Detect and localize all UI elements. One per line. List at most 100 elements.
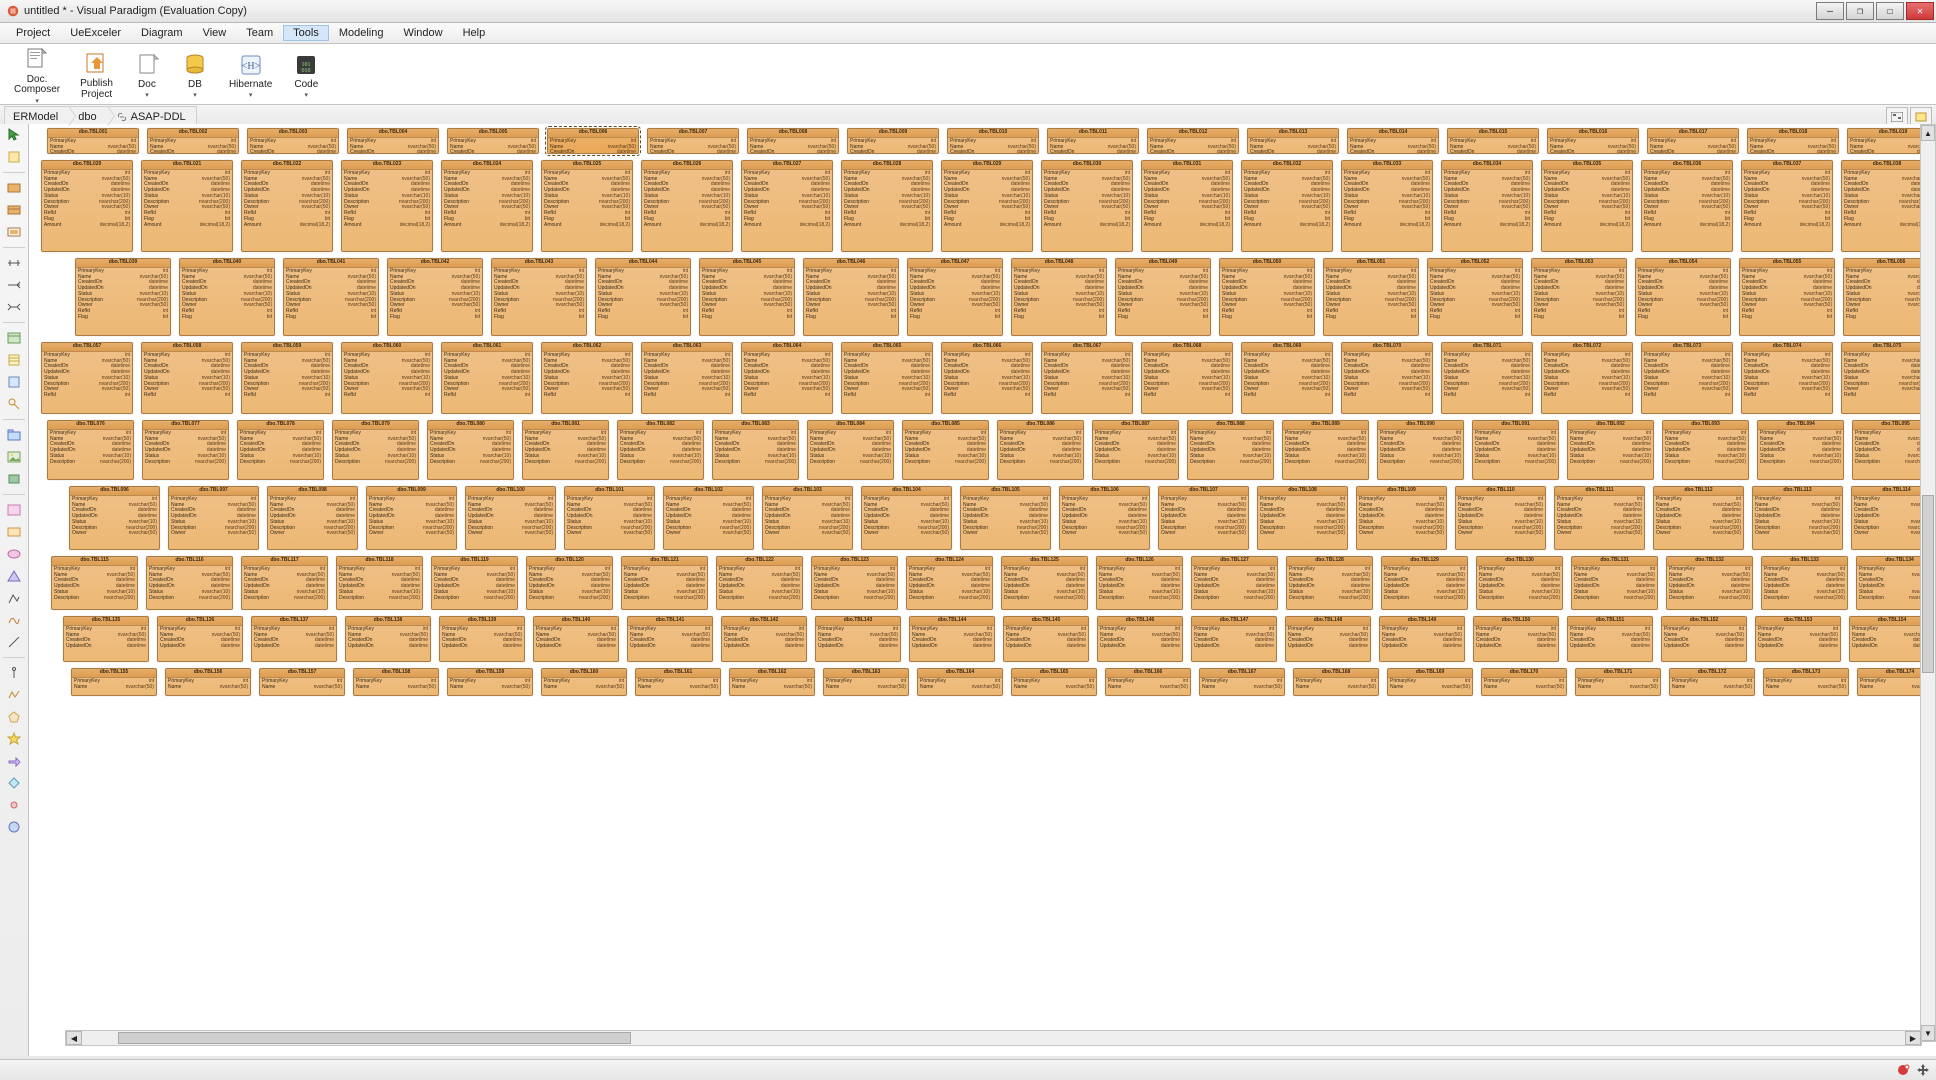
er-entity[interactable]: dbo.TBL012PrimaryKeyintNamenvarchar(50)C…: [1147, 128, 1239, 154]
er-entity[interactable]: dbo.TBL044PrimaryKeyintNamenvarchar(50)C…: [595, 258, 691, 336]
er-entity[interactable]: dbo.TBL027PrimaryKeyintNamenvarchar(50)C…: [741, 160, 833, 252]
er-entity[interactable]: dbo.TBL008PrimaryKeyintNamenvarchar(50)C…: [747, 128, 839, 154]
column-tool[interactable]: [5, 351, 23, 369]
er-entity[interactable]: dbo.TBL147PrimaryKeyintNamenvarchar(50)C…: [1191, 616, 1277, 662]
image-tool[interactable]: [5, 448, 23, 466]
er-entity[interactable]: dbo.TBL009PrimaryKeyintNamenvarchar(50)C…: [847, 128, 939, 154]
ribbon-code[interactable]: 101010Code▾: [288, 49, 324, 102]
er-entity[interactable]: dbo.TBL150PrimaryKeyintNamenvarchar(50)C…: [1473, 616, 1559, 662]
er-entity[interactable]: dbo.TBL057PrimaryKeyintNamenvarchar(50)C…: [41, 342, 133, 414]
er-entity[interactable]: dbo.TBL098PrimaryKeyintNamenvarchar(50)C…: [267, 486, 358, 550]
menu-project[interactable]: Project: [6, 25, 60, 41]
er-entity[interactable]: dbo.TBL081PrimaryKeyintNamenvarchar(50)C…: [522, 420, 609, 480]
star-tool[interactable]: [5, 730, 23, 748]
scroll-down-arrow[interactable]: ▼: [1921, 1025, 1935, 1041]
er-entity[interactable]: dbo.TBL144PrimaryKeyintNamenvarchar(50)C…: [909, 616, 995, 662]
er-entity[interactable]: dbo.TBL131PrimaryKeyintNamenvarchar(50)C…: [1571, 556, 1658, 610]
round-tool[interactable]: [5, 818, 23, 836]
horizontal-scrollbar[interactable]: ◀ ▶: [65, 1030, 1922, 1046]
er-entity[interactable]: dbo.TBL133PrimaryKeyintNamenvarchar(50)C…: [1761, 556, 1848, 610]
er-entity[interactable]: dbo.TBL047PrimaryKeyintNamenvarchar(50)C…: [907, 258, 1003, 336]
er-entity[interactable]: dbo.TBL072PrimaryKeyintNamenvarchar(50)C…: [1541, 342, 1633, 414]
ribbon-publish-project[interactable]: PublishProject: [76, 48, 117, 102]
er-entity[interactable]: dbo.TBL016PrimaryKeyintNamenvarchar(50)C…: [1547, 128, 1639, 154]
er-entity[interactable]: dbo.TBL045PrimaryKeyintNamenvarchar(50)C…: [699, 258, 795, 336]
ribbon-doc-composer[interactable]: Doc.Composer▾: [10, 44, 64, 107]
er-entity[interactable]: dbo.TBL161PrimaryKeyintNamenvarchar(50): [635, 668, 721, 696]
er-entity[interactable]: dbo.TBL032PrimaryKeyintNamenvarchar(50)C…: [1241, 160, 1333, 252]
er-entity[interactable]: dbo.TBL018PrimaryKeyintNamenvarchar(50)C…: [1747, 128, 1839, 154]
diamond-tool[interactable]: [5, 774, 23, 792]
er-entity[interactable]: dbo.TBL094PrimaryKeyintNamenvarchar(50)C…: [1757, 420, 1844, 480]
er-entity[interactable]: dbo.TBL102PrimaryKeyintNamenvarchar(50)C…: [663, 486, 754, 550]
er-entity[interactable]: dbo.TBL002PrimaryKeyintNamenvarchar(50)C…: [147, 128, 239, 154]
er-entity[interactable]: dbo.TBL085PrimaryKeyintNamenvarchar(50)C…: [902, 420, 989, 480]
er-entity[interactable]: dbo.TBL172PrimaryKeyintNamenvarchar(50): [1669, 668, 1755, 696]
ribbon-hibernate[interactable]: <H>Hibernate▾: [225, 49, 276, 102]
er-entity[interactable]: dbo.TBL105PrimaryKeyintNamenvarchar(50)C…: [960, 486, 1051, 550]
er-entity[interactable]: dbo.TBL015PrimaryKeyintNamenvarchar(50)C…: [1447, 128, 1539, 154]
callout-tool[interactable]: [5, 523, 23, 541]
er-entity[interactable]: dbo.TBL153PrimaryKeyintNamenvarchar(50)C…: [1755, 616, 1841, 662]
er-entity[interactable]: dbo.TBL064PrimaryKeyintNamenvarchar(50)C…: [741, 342, 833, 414]
er-entity[interactable]: dbo.TBL115PrimaryKeyintNamenvarchar(50)C…: [51, 556, 138, 610]
er-entity[interactable]: dbo.TBL082PrimaryKeyintNamenvarchar(50)C…: [617, 420, 704, 480]
er-entity[interactable]: dbo.TBL065PrimaryKeyintNamenvarchar(50)C…: [841, 342, 933, 414]
er-entity[interactable]: dbo.TBL066PrimaryKeyintNamenvarchar(50)C…: [941, 342, 1033, 414]
view-tool[interactable]: [5, 201, 23, 219]
er-entity[interactable]: dbo.TBL149PrimaryKeyintNamenvarchar(50)C…: [1379, 616, 1465, 662]
er-entity[interactable]: dbo.TBL063PrimaryKeyintNamenvarchar(50)C…: [641, 342, 733, 414]
menu-team[interactable]: Team: [236, 25, 283, 41]
er-entity[interactable]: dbo.TBL003PrimaryKeyintNamenvarchar(50)C…: [247, 128, 339, 154]
er-entity[interactable]: dbo.TBL117PrimaryKeyintNamenvarchar(50)C…: [241, 556, 328, 610]
er-entity[interactable]: dbo.TBL112PrimaryKeyintNamenvarchar(50)C…: [1653, 486, 1744, 550]
scroll-up-arrow[interactable]: ▲: [1921, 125, 1935, 141]
er-entity[interactable]: dbo.TBL050PrimaryKeyintNamenvarchar(50)C…: [1219, 258, 1315, 336]
er-entity[interactable]: dbo.TBL162PrimaryKeyintNamenvarchar(50): [729, 668, 815, 696]
er-entity[interactable]: dbo.TBL071PrimaryKeyintNamenvarchar(50)C…: [1441, 342, 1533, 414]
er-entity[interactable]: dbo.TBL088PrimaryKeyintNamenvarchar(50)C…: [1187, 420, 1274, 480]
er-entity[interactable]: dbo.TBL053PrimaryKeyintNamenvarchar(50)C…: [1531, 258, 1627, 336]
pan-icon[interactable]: [1916, 1063, 1930, 1077]
er-entity[interactable]: dbo.TBL160PrimaryKeyintNamenvarchar(50): [541, 668, 627, 696]
er-entity[interactable]: dbo.TBL093PrimaryKeyintNamenvarchar(50)C…: [1662, 420, 1749, 480]
er-entity[interactable]: dbo.TBL037PrimaryKeyintNamenvarchar(50)C…: [1741, 160, 1833, 252]
er-entity[interactable]: dbo.TBL110PrimaryKeyintNamenvarchar(50)C…: [1455, 486, 1546, 550]
er-entity[interactable]: dbo.TBL086PrimaryKeyintNamenvarchar(50)C…: [997, 420, 1084, 480]
er-entity[interactable]: dbo.TBL051PrimaryKeyintNamenvarchar(50)C…: [1323, 258, 1419, 336]
er-entity[interactable]: dbo.TBL132PrimaryKeyintNamenvarchar(50)C…: [1666, 556, 1753, 610]
er-entity[interactable]: dbo.TBL096PrimaryKeyintNamenvarchar(50)C…: [69, 486, 160, 550]
hscroll-thumb[interactable]: [118, 1032, 630, 1044]
text-tool[interactable]: [5, 501, 23, 519]
er-entity[interactable]: dbo.TBL058PrimaryKeyintNamenvarchar(50)C…: [141, 342, 233, 414]
er-entity[interactable]: dbo.TBL010PrimaryKeyintNamenvarchar(50)C…: [947, 128, 1039, 154]
er-entity[interactable]: dbo.TBL021PrimaryKeyintNamenvarchar(50)C…: [141, 160, 233, 252]
er-entity[interactable]: dbo.TBL104PrimaryKeyintNamenvarchar(50)C…: [861, 486, 952, 550]
er-entity[interactable]: dbo.TBL048PrimaryKeyintNamenvarchar(50)C…: [1011, 258, 1107, 336]
maximize-button[interactable]: ☐: [1876, 2, 1904, 20]
diagram-canvas[interactable]: dbo.TBL001PrimaryKeyintNamenvarchar(50)C…: [35, 124, 1936, 1056]
er-entity[interactable]: dbo.TBL023PrimaryKeyintNamenvarchar(50)C…: [341, 160, 433, 252]
er-entity[interactable]: dbo.TBL158PrimaryKeyintNamenvarchar(50): [353, 668, 439, 696]
one-to-one-rel-tool[interactable]: [5, 254, 23, 272]
er-entity[interactable]: dbo.TBL163PrimaryKeyintNamenvarchar(50): [823, 668, 909, 696]
er-entity[interactable]: dbo.TBL062PrimaryKeyintNamenvarchar(50)C…: [541, 342, 633, 414]
er-entity[interactable]: dbo.TBL148PrimaryKeyintNamenvarchar(50)C…: [1285, 616, 1371, 662]
er-entity[interactable]: dbo.TBL089PrimaryKeyintNamenvarchar(50)C…: [1282, 420, 1369, 480]
er-entity[interactable]: dbo.TBL125PrimaryKeyintNamenvarchar(50)C…: [1001, 556, 1088, 610]
er-entity[interactable]: dbo.TBL126PrimaryKeyintNamenvarchar(50)C…: [1096, 556, 1183, 610]
er-entity[interactable]: dbo.TBL087PrimaryKeyintNamenvarchar(50)C…: [1092, 420, 1179, 480]
er-entity[interactable]: dbo.TBL046PrimaryKeyintNamenvarchar(50)C…: [803, 258, 899, 336]
vscroll-thumb[interactable]: [1922, 495, 1934, 674]
polyline-tool[interactable]: [5, 686, 23, 704]
endpoint-tool[interactable]: [5, 796, 23, 814]
er-entity[interactable]: dbo.TBL042PrimaryKeyintNamenvarchar(50)C…: [387, 258, 483, 336]
er-entity[interactable]: dbo.TBL069PrimaryKeyintNamenvarchar(50)C…: [1241, 342, 1333, 414]
er-entity[interactable]: dbo.TBL100PrimaryKeyintNamenvarchar(50)C…: [465, 486, 556, 550]
minimize-button[interactable]: –: [1816, 2, 1844, 20]
er-entity[interactable]: dbo.TBL101PrimaryKeyintNamenvarchar(50)C…: [564, 486, 655, 550]
er-entity[interactable]: dbo.TBL145PrimaryKeyintNamenvarchar(50)C…: [1003, 616, 1089, 662]
er-entity[interactable]: dbo.TBL090PrimaryKeyintNamenvarchar(50)C…: [1377, 420, 1464, 480]
er-entity[interactable]: dbo.TBL155PrimaryKeyintNamenvarchar(50): [71, 668, 157, 696]
er-entity[interactable]: dbo.TBL137PrimaryKeyintNamenvarchar(50)C…: [251, 616, 337, 662]
